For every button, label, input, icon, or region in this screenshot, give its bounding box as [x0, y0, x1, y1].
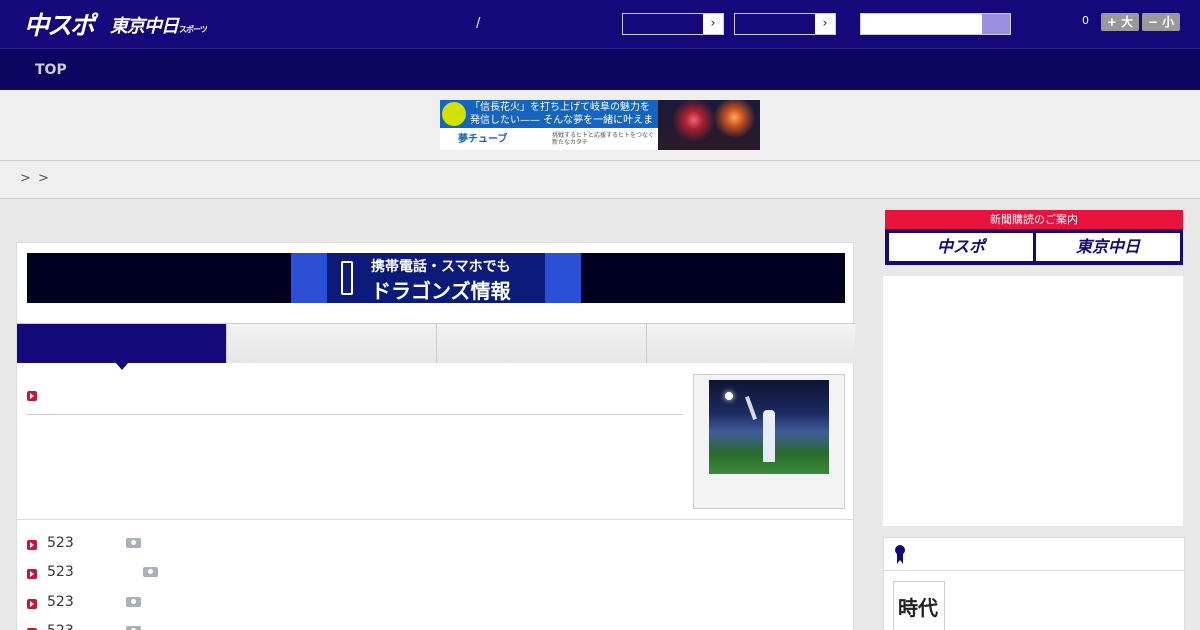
- featured-photo[interactable]: [709, 380, 829, 474]
- sidebar-ad[interactable]: [883, 276, 1183, 526]
- font-smaller-button[interactable]: − 小: [1142, 13, 1180, 31]
- camera-icon: [126, 626, 141, 630]
- play-bullet-icon: [27, 540, 37, 550]
- list-item-number: 523: [47, 564, 74, 580]
- list-item-number: 523: [47, 623, 74, 630]
- font-larger-button[interactable]: + 大: [1101, 13, 1139, 31]
- tokyo-chunichi-logo-sub: スポーツ: [179, 25, 208, 34]
- subscription-box: 新聞購読のご案内 中スポ 東京中日: [885, 210, 1183, 265]
- player-figure: [763, 410, 775, 462]
- list-item-number: 523: [47, 594, 74, 610]
- play-bullet-icon: [27, 599, 37, 609]
- category-select-2[interactable]: ›: [734, 13, 836, 35]
- featured-photo-box[interactable]: [693, 374, 845, 509]
- search-input[interactable]: [860, 13, 1011, 35]
- main-nav: TOP: [0, 48, 1200, 90]
- chuspo-logo[interactable]: 中スポ: [24, 6, 95, 42]
- mobile-banner-inner: 携帯電話・スマホでも ドラゴンズ情報: [291, 253, 581, 303]
- subscribe-tokyo-button[interactable]: 東京中日: [1036, 233, 1180, 261]
- top-header: 中スポ 東京中日スポーツ / › › 0 + 大 − 小: [0, 0, 1200, 48]
- search-button[interactable]: [982, 14, 1010, 34]
- tab-3[interactable]: [437, 324, 647, 363]
- stadium-light: [725, 392, 733, 400]
- chevron-right-icon[interactable]: ›: [815, 14, 835, 34]
- nav-item-top[interactable]: TOP: [35, 62, 67, 78]
- tab-4[interactable]: [647, 324, 855, 363]
- subscription-header: 新聞購読のご案内: [885, 210, 1183, 229]
- ad-logo-icon: [442, 102, 466, 126]
- panel-divider: [884, 570, 1184, 571]
- book-title: 時代: [898, 596, 938, 620]
- phone-icon: [341, 261, 353, 295]
- header-separator: /: [476, 16, 481, 31]
- camera-icon: [126, 597, 141, 607]
- category-select-1[interactable]: ›: [622, 13, 724, 35]
- ad-line2: 夢チューブ 挑戦するヒトと応援するヒトをつなぐ新たなカタチ: [440, 128, 658, 150]
- top-ad-banner[interactable]: 「信長花火」を打ち上げて岐阜の魅力を発信したい—— そんな夢を一緒に叶えませんか…: [440, 100, 760, 150]
- notification-count: 0: [1082, 14, 1089, 27]
- ad-text-line2: 夢チューブ: [458, 134, 508, 145]
- camera-icon: [126, 538, 141, 548]
- news-tabs: [17, 323, 855, 370]
- sidebar-panel: 時代: [883, 537, 1185, 630]
- camera-icon: [143, 567, 158, 577]
- ad-text-line2-sub: 挑戦するヒトと応援するヒトをつなぐ新たなカタチ: [552, 132, 655, 146]
- breadcrumb-separator: >: [20, 171, 31, 186]
- subscribe-chuspo-button[interactable]: 中スポ: [889, 233, 1033, 261]
- mobile-banner[interactable]: 携帯電話・スマホでも ドラゴンズ情報: [27, 253, 845, 303]
- breadcrumb-separator: >: [38, 171, 49, 186]
- play-bullet-icon: [27, 569, 37, 579]
- tab-2[interactable]: [227, 324, 437, 363]
- tokyo-chunichi-logo[interactable]: 東京中日スポーツ: [110, 12, 208, 38]
- list-divider: [17, 519, 855, 520]
- ad-text-line1: 「信長花火」を打ち上げて岐阜の魅力を発信したい—— そんな夢を一緒に叶えませんか…: [440, 100, 658, 139]
- play-bullet-icon: [27, 391, 37, 401]
- mobile-banner-line1: 携帯電話・スマホでも: [371, 259, 511, 275]
- ribbon-icon: [895, 545, 905, 564]
- tab-1[interactable]: [17, 324, 227, 370]
- fireworks-image: [658, 100, 760, 150]
- mobile-banner-line2: ドラゴンズ情報: [371, 279, 511, 303]
- main-content-card: 携帯電話・スマホでも ドラゴンズ情報 523 523 523 523: [16, 242, 855, 630]
- banner-row: 「信長花火」を打ち上げて岐阜の魅力を発信したい—— そんな夢を一緒に叶えませんか…: [0, 90, 1200, 161]
- list-item-number: 523: [47, 535, 74, 551]
- chevron-right-icon[interactable]: ›: [703, 14, 723, 34]
- breadcrumb: > >: [0, 161, 1200, 199]
- player-arm: [745, 396, 757, 420]
- tokyo-chunichi-logo-text: 東京中日: [110, 16, 179, 37]
- headline-divider: [27, 414, 683, 415]
- book-thumbnail[interactable]: 時代: [893, 581, 945, 630]
